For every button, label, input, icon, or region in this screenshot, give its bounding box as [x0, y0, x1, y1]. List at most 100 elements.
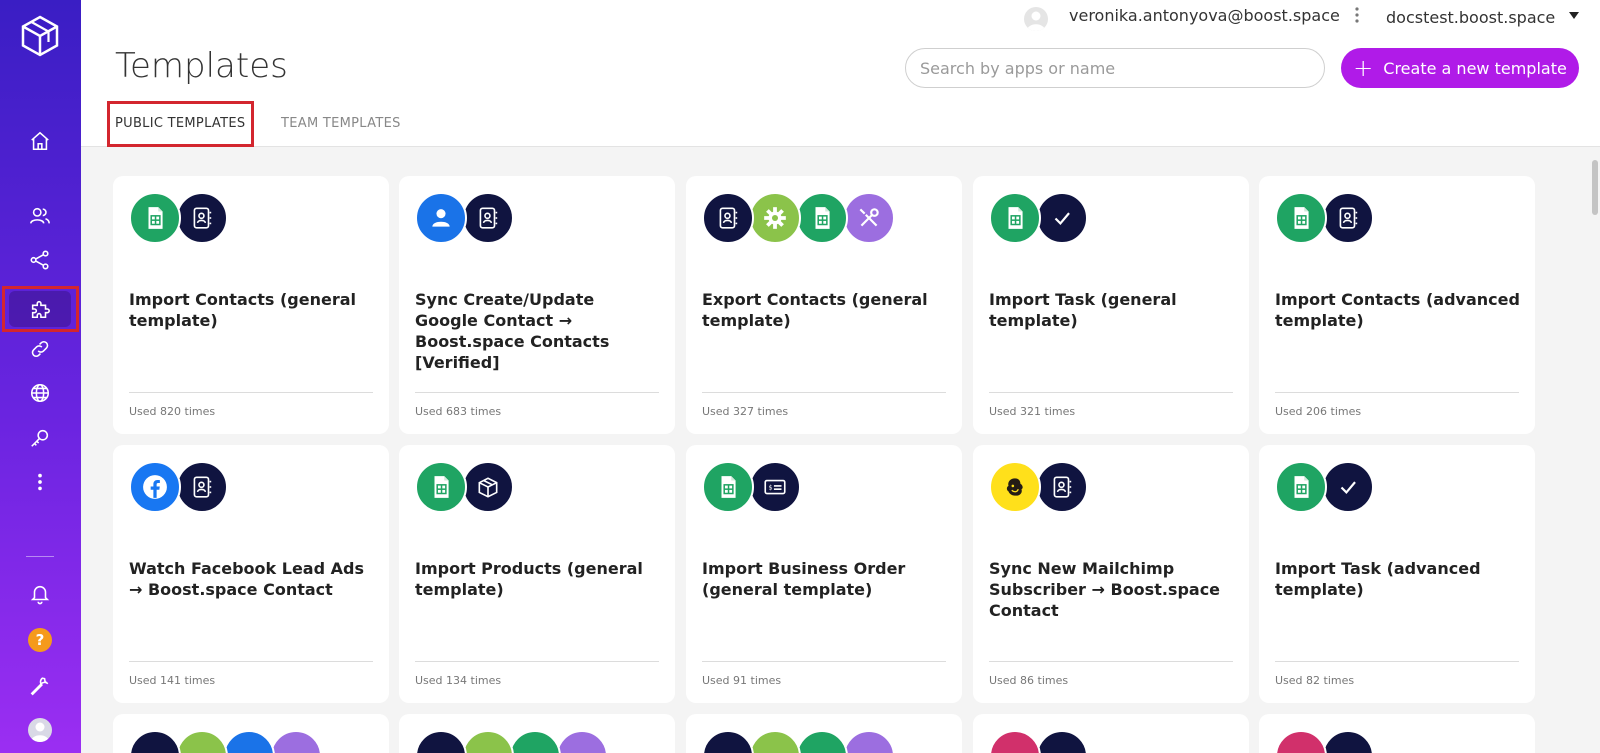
- template-card[interactable]: $ Import Business Order (general template…: [686, 445, 962, 703]
- svg-text:$: $: [769, 484, 773, 492]
- boost-space-logo-icon[interactable]: [18, 14, 62, 58]
- card-divider: [1275, 392, 1519, 393]
- template-title: Import Contacts (general template): [129, 290, 357, 330]
- globe-icon[interactable]: [22, 375, 58, 411]
- template-card[interactable]: Import Task (general template) Used 321 t…: [973, 176, 1249, 434]
- sheets-icon: [702, 461, 754, 513]
- caret-down-icon[interactable]: [1569, 12, 1579, 19]
- help-icon[interactable]: ?: [28, 628, 52, 652]
- app-icons: [415, 192, 514, 244]
- tools-app-icon: [843, 730, 895, 753]
- template-card[interactable]: Sync New Mailchimp Subscriber → Boost.sp…: [973, 445, 1249, 703]
- templates-grid: Import Contacts (general template) Used 8…: [81, 148, 1600, 753]
- users-icon[interactable]: [22, 198, 58, 234]
- gear-app-icon: [462, 730, 514, 753]
- app-icons: [129, 461, 228, 513]
- page-title: Templates: [115, 46, 288, 86]
- home-icon[interactable]: [22, 123, 58, 159]
- create-template-button[interactable]: + Create a new template: [1341, 48, 1579, 88]
- tools-app-icon: [270, 730, 322, 753]
- user-email[interactable]: veronika.antonyova@boost.space: [1069, 6, 1340, 25]
- check-icon: [1036, 192, 1088, 244]
- gear-app-icon: [749, 730, 801, 753]
- contacts-book-icon: [462, 192, 514, 244]
- organization-selector[interactable]: docstest.boost.space: [1386, 8, 1555, 27]
- tab-team-templates[interactable]: TEAM TEMPLATES: [281, 116, 401, 131]
- navy-app-icon: [702, 730, 754, 753]
- template-title: Import Task (advanced template): [1275, 559, 1481, 599]
- template-card[interactable]: Sync Create/Update Google Contact → Boos…: [399, 176, 675, 434]
- card-divider: [415, 661, 659, 662]
- template-card[interactable]: Export Contacts (general template) Used 3…: [686, 176, 962, 434]
- template-card-partial[interactable]: [686, 714, 962, 753]
- link-icon[interactable]: [22, 331, 58, 367]
- app-icons: [702, 192, 895, 244]
- search-input[interactable]: [905, 48, 1325, 88]
- usage-count: Used 91 times: [702, 674, 782, 687]
- highlight-box-tab: [107, 101, 254, 147]
- sheets-icon: [989, 192, 1041, 244]
- navy-app-icon: [1322, 730, 1374, 753]
- usage-count: Used 321 times: [989, 405, 1076, 418]
- scrollbar[interactable]: [1592, 160, 1598, 215]
- usage-count: Used 82 times: [1275, 674, 1355, 687]
- template-card-partial[interactable]: [399, 714, 675, 753]
- usage-count: Used 134 times: [415, 674, 502, 687]
- template-title: Import Task (general template): [989, 290, 1177, 330]
- navy-app-icon: [129, 730, 181, 753]
- app-icons: [702, 730, 895, 753]
- contacts-book-icon: [1322, 192, 1374, 244]
- template-card[interactable]: Watch Facebook Lead Ads → Boost.space Co…: [113, 445, 389, 703]
- card-divider: [415, 392, 659, 393]
- app-icons: [989, 730, 1088, 753]
- share-icon[interactable]: [22, 242, 58, 278]
- template-title: Watch Facebook Lead Ads → Boost.space Co…: [129, 559, 364, 599]
- tools-app-icon: [556, 730, 608, 753]
- sidebar-divider: [26, 556, 54, 557]
- card-divider: [989, 661, 1233, 662]
- key-icon[interactable]: [22, 420, 58, 456]
- usage-count: Used 86 times: [989, 674, 1069, 687]
- box-icon: [462, 461, 514, 513]
- sheets-icon: [1275, 192, 1327, 244]
- sheets-icon: [129, 192, 181, 244]
- invoice-icon: $: [749, 461, 801, 513]
- template-title: Sync Create/Update Google Contact → Boos…: [415, 290, 610, 372]
- gear-app-icon: [176, 730, 228, 753]
- sheets-app-icon: [509, 730, 561, 753]
- kebab-menu-icon[interactable]: [1354, 6, 1360, 28]
- bell-icon[interactable]: [22, 576, 58, 612]
- template-card[interactable]: Import Contacts (advanced template) Used …: [1259, 176, 1535, 434]
- navy-app-icon: [415, 730, 467, 753]
- template-title: Import Business Order (general template): [702, 559, 906, 599]
- template-card-partial[interactable]: [1259, 714, 1535, 753]
- usage-count: Used 141 times: [129, 674, 216, 687]
- app-icons: [1275, 461, 1374, 513]
- card-divider: [702, 661, 946, 662]
- template-card[interactable]: Import Task (advanced template) Used 82 t…: [1259, 445, 1535, 703]
- app-icons: [129, 730, 322, 753]
- usage-count: Used 206 times: [1275, 405, 1362, 418]
- template-card-partial[interactable]: [113, 714, 389, 753]
- usage-count: Used 683 times: [415, 405, 502, 418]
- card-divider: [702, 392, 946, 393]
- google-contacts-icon: [415, 192, 467, 244]
- check-icon: [1322, 461, 1374, 513]
- contacts-book-icon: [176, 461, 228, 513]
- template-card-partial[interactable]: [973, 714, 1249, 753]
- mailchimp-icon: [989, 461, 1041, 513]
- app-icons: [415, 730, 608, 753]
- avatar[interactable]: [28, 718, 52, 742]
- pink-app-icon: [1275, 730, 1327, 753]
- template-card[interactable]: Import Products (general template) Used 1…: [399, 445, 675, 703]
- card-divider: [1275, 661, 1519, 662]
- user-avatar[interactable]: [1024, 7, 1048, 31]
- navy-app-icon: [1036, 730, 1088, 753]
- sheets-icon: [1275, 461, 1327, 513]
- plus-icon: +: [1353, 54, 1374, 82]
- template-title: Export Contacts (general template): [702, 290, 928, 330]
- template-card[interactable]: Import Contacts (general template) Used 8…: [113, 176, 389, 434]
- wrench-icon[interactable]: [22, 668, 58, 704]
- more-icon[interactable]: [22, 464, 58, 500]
- sheets-icon: [796, 192, 848, 244]
